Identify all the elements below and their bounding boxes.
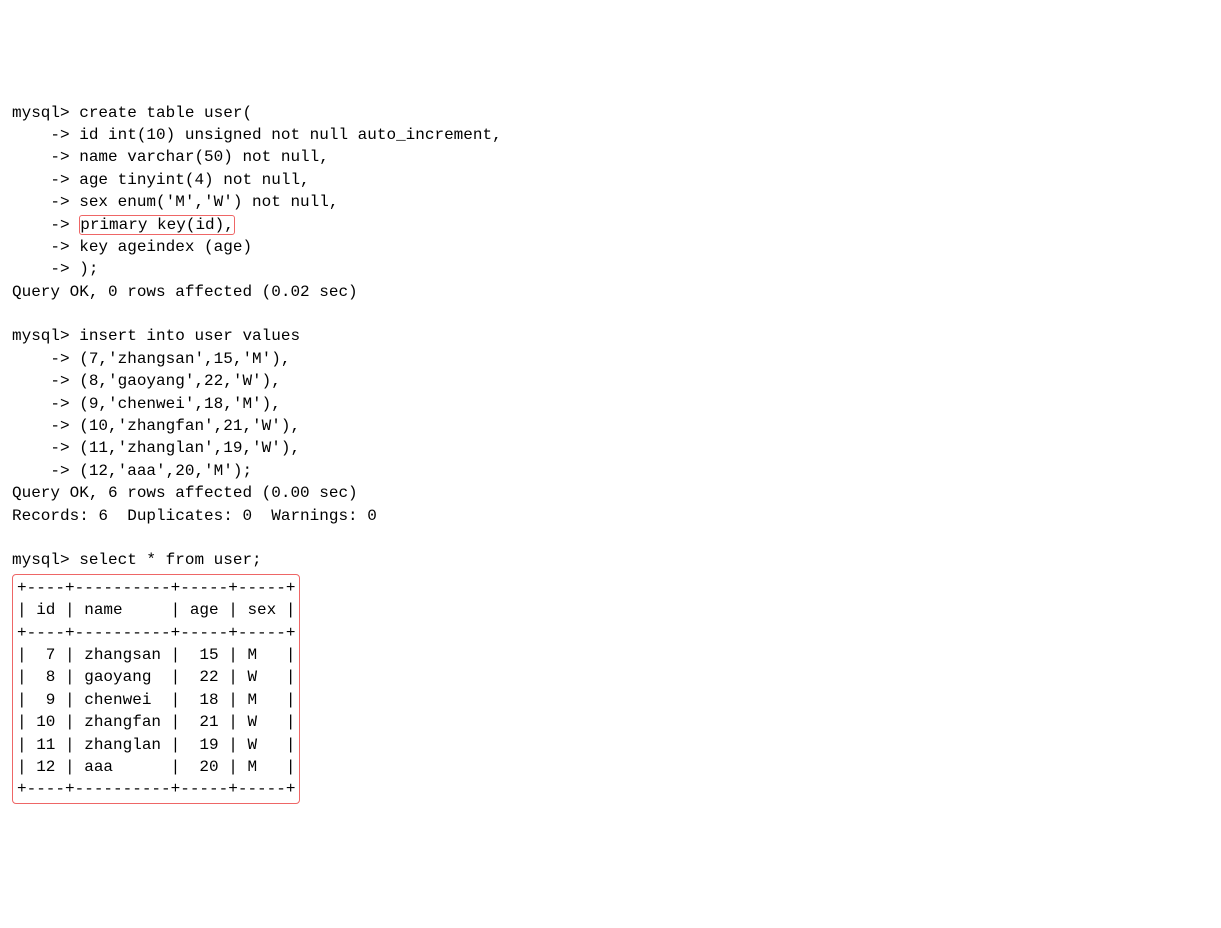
insert-line-1: -> (7,'zhangsan',15,'M'), <box>12 348 1209 370</box>
table-row: | 12 | aaa | 20 | M | <box>17 756 295 778</box>
primary-key-highlight: primary key(id), <box>79 215 235 235</box>
create-line-6: -> key ageindex (age) <box>12 236 1209 258</box>
table-row: | 11 | zhanglan | 19 | W | <box>17 734 295 756</box>
blank-line <box>12 527 1209 549</box>
cont-prompt: -> <box>12 350 79 368</box>
table-row: | 10 | zhangfan | 21 | W | <box>17 711 295 733</box>
insert-result-1: Query OK, 6 rows affected (0.00 sec) <box>12 482 1209 504</box>
insert-line-0: mysql> insert into user values <box>12 325 1209 347</box>
select-line: mysql> select * from user; <box>12 549 1209 571</box>
cont-prompt: -> <box>12 439 79 457</box>
table-row: | 9 | chenwei | 18 | M | <box>17 689 295 711</box>
create-line-3: -> age tinyint(4) not null, <box>12 169 1209 191</box>
insert-line-2: -> (8,'gaoyang',22,'W'), <box>12 370 1209 392</box>
mysql-prompt: mysql> <box>12 551 79 569</box>
cont-prompt: -> <box>12 171 79 189</box>
insert-line-4: -> (10,'zhangfan',21,'W'), <box>12 415 1209 437</box>
insert-line-3: -> (9,'chenwei',18,'M'), <box>12 393 1209 415</box>
insert-result-2: Records: 6 Duplicates: 0 Warnings: 0 <box>12 505 1209 527</box>
create-line-1: -> id int(10) unsigned not null auto_inc… <box>12 124 1209 146</box>
table-border-top: +----+----------+-----+-----+ <box>17 577 295 599</box>
table-border-mid: +----+----------+-----+-----+ <box>17 622 295 644</box>
create-result: Query OK, 0 rows affected (0.02 sec) <box>12 281 1209 303</box>
mysql-terminal: mysql> create table user( -> id int(10) … <box>12 102 1209 804</box>
cont-prompt: -> <box>12 417 79 435</box>
table-row: | 7 | zhangsan | 15 | M | <box>17 644 295 666</box>
mysql-prompt: mysql> <box>12 104 79 122</box>
cont-prompt: -> <box>12 462 79 480</box>
create-line-7: -> ); <box>12 258 1209 280</box>
cont-prompt: -> <box>12 372 79 390</box>
create-line-2: -> name varchar(50) not null, <box>12 146 1209 168</box>
create-line-5: -> primary key(id), <box>12 214 1209 236</box>
insert-line-5: -> (11,'zhanglan',19,'W'), <box>12 437 1209 459</box>
table-header: | id | name | age | sex | <box>17 599 295 621</box>
mysql-prompt: mysql> <box>12 327 79 345</box>
cont-prompt: -> <box>12 238 79 256</box>
table-border-bot: +----+----------+-----+-----+ <box>17 778 295 800</box>
cont-prompt: -> <box>12 148 79 166</box>
table-row: | 8 | gaoyang | 22 | W | <box>17 666 295 688</box>
cont-prompt: -> <box>12 216 79 234</box>
insert-line-6: -> (12,'aaa',20,'M'); <box>12 460 1209 482</box>
cont-prompt: -> <box>12 126 79 144</box>
cont-prompt: -> <box>12 395 79 413</box>
blank-line <box>12 303 1209 325</box>
create-line-0: mysql> create table user( <box>12 102 1209 124</box>
cont-prompt: -> <box>12 260 79 278</box>
create-line-4: -> sex enum('M','W') not null, <box>12 191 1209 213</box>
cont-prompt: -> <box>12 193 79 211</box>
